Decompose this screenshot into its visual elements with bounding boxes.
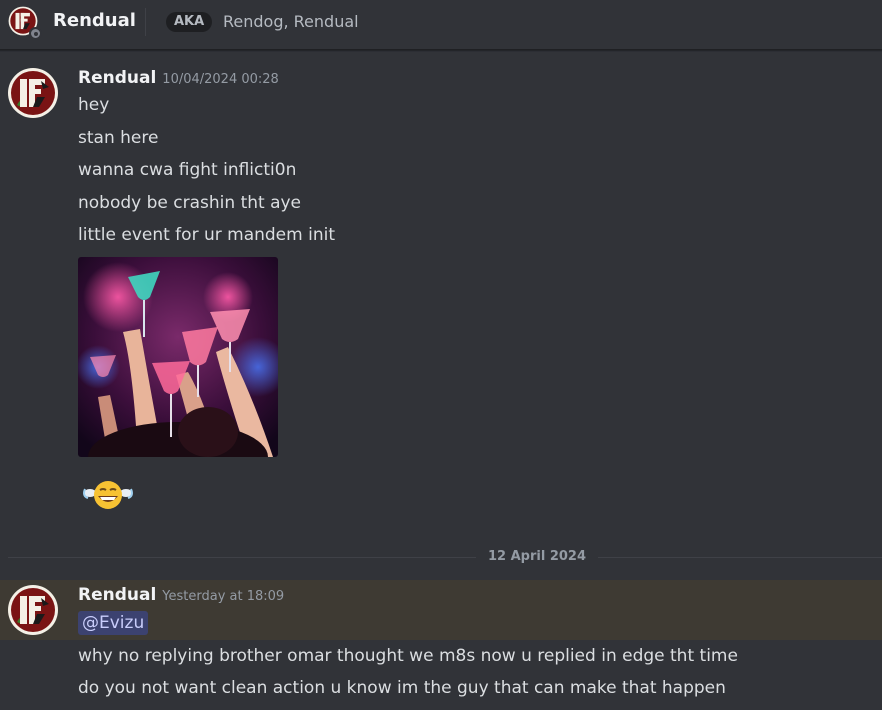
message-text: nobody be crashin tht aye — [78, 193, 302, 213]
header-display-name: Rendual — [53, 10, 136, 31]
message-timestamp[interactable]: Yesterday at 18:09 — [162, 589, 284, 604]
sweat-smile-emoji — [80, 478, 136, 514]
message-text: why no replying brother omar thought we … — [78, 646, 738, 666]
header-divider — [145, 8, 146, 36]
user-mention[interactable]: @Evizu — [78, 611, 149, 635]
message-text: hey — [78, 95, 110, 115]
avatar[interactable] — [7, 67, 59, 119]
date-divider-label: 12 April 2024 — [476, 548, 599, 566]
message-text: wanna cwa fight inflicti0n — [78, 160, 297, 180]
message-header: Rendual 10/04/2024 00:28 — [78, 68, 279, 88]
avatar[interactable] — [8, 6, 42, 40]
message-text: little event for ur mandem init — [78, 225, 335, 245]
user-avatar-logo-icon — [8, 68, 58, 118]
message-author[interactable]: Rendual — [78, 68, 156, 88]
party-cocktails-image — [78, 257, 278, 457]
date-divider — [8, 557, 882, 558]
message-header: Rendual Yesterday at 18:09 — [78, 585, 284, 605]
user-avatar-logo-icon — [8, 585, 58, 635]
message-author[interactable]: Rendual — [78, 585, 156, 605]
message-text: stan here — [78, 128, 159, 148]
avatar[interactable] — [7, 584, 59, 636]
dm-header: Rendual AKA Rendog, Rendual — [0, 0, 882, 50]
image-attachment[interactable] — [78, 257, 278, 457]
message-timestamp[interactable]: 10/04/2024 00:28 — [162, 72, 279, 87]
aka-badge: AKA — [166, 12, 213, 32]
aka-names: Rendog, Rendual — [223, 12, 359, 31]
message-text: do you not want clean action u know im t… — [78, 678, 726, 698]
grinning-sweat-face-icon — [83, 481, 133, 509]
offline-status-icon — [29, 27, 42, 40]
